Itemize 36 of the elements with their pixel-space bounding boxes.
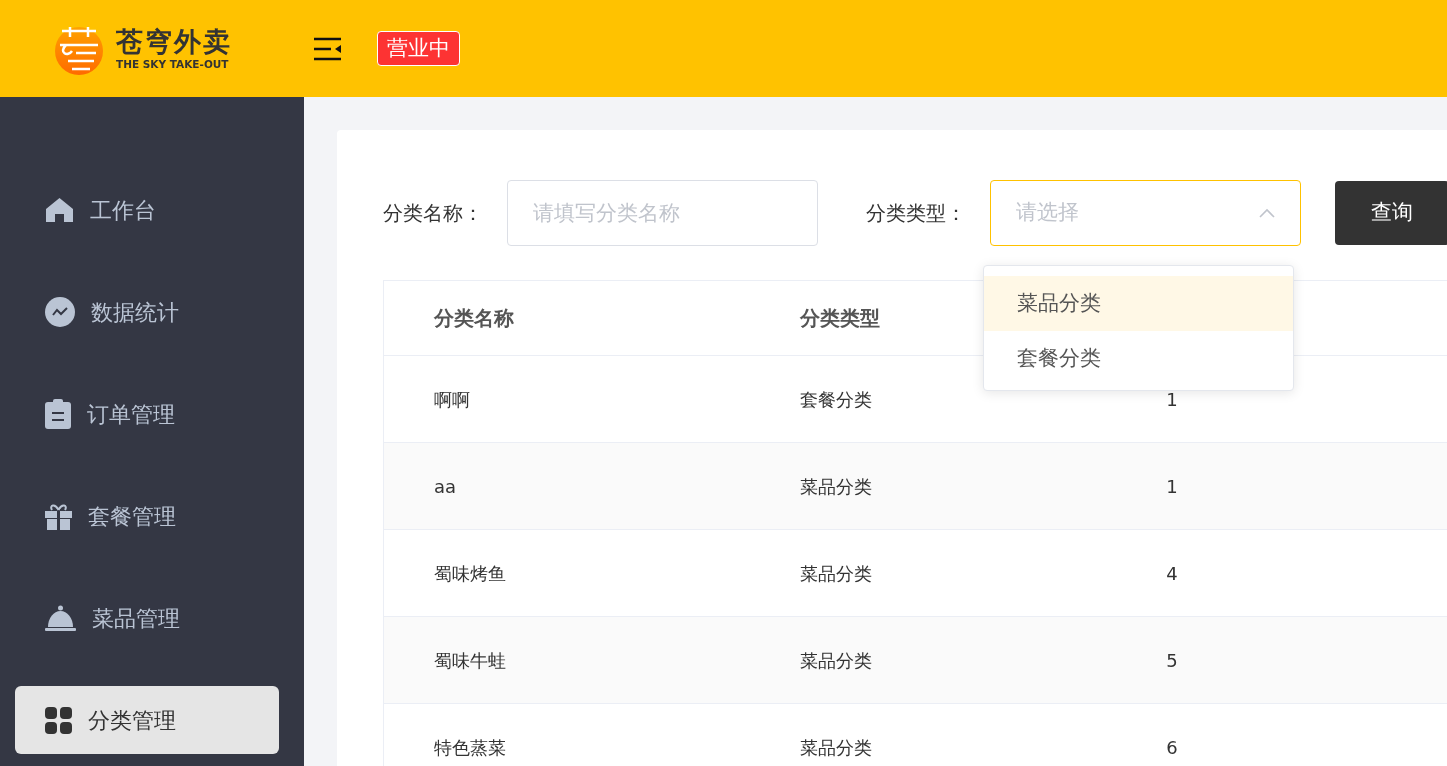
column-header: 分类名称: [383, 280, 750, 356]
menu-collapse-icon[interactable]: [314, 36, 341, 61]
query-button[interactable]: 查询: [1335, 181, 1447, 245]
sidebar-item[interactable]: 工作台: [15, 176, 279, 244]
table-cell: 菜品分类: [749, 529, 1117, 617]
table-cell: aa: [383, 442, 750, 530]
clipboard-icon: [45, 399, 71, 429]
table-cell: 啊啊: [383, 355, 750, 443]
table-cell: 菜品分类: [749, 616, 1117, 704]
sidebar-item[interactable]: 菜品管理: [15, 584, 279, 652]
table-cell: 菜品分类: [749, 703, 1117, 766]
chevron-icon: [1259, 208, 1275, 218]
table-cell: 4: [1116, 529, 1447, 617]
name-input-field[interactable]: 请填写分类名称: [507, 180, 818, 246]
chart-icon: [45, 297, 75, 327]
brand-subtitle: THE SKY TAKE-OUT: [116, 58, 230, 70]
table-cell: 5: [1116, 616, 1447, 704]
brand-name: 苍穹外卖: [116, 27, 232, 55]
dropdown-option[interactable]: 菜品分类: [984, 276, 1293, 331]
sidebar-item[interactable]: 数据统计: [15, 278, 279, 346]
table-cell: 菜品分类: [749, 442, 1117, 530]
table-cell: 1: [1116, 442, 1447, 530]
sidebar-item[interactable]: 分类管理: [15, 686, 279, 754]
table-cell: 6: [1116, 703, 1447, 766]
home-icon: [45, 197, 74, 223]
status-badge: 营业中: [377, 30, 460, 67]
table-cell: 蜀味牛蛙: [383, 616, 750, 704]
sidebar-item[interactable]: 套餐管理: [15, 482, 279, 550]
table-cell: 蜀味烤鱼: [383, 529, 750, 617]
filter-label: 分类类型：: [866, 200, 966, 227]
gift-icon: [45, 502, 72, 530]
filter-label: 分类名称：: [383, 200, 483, 227]
cloche-icon: [45, 605, 76, 631]
table-cell: 特色蒸菜: [383, 703, 750, 766]
sidebar-item[interactable]: 订单管理: [15, 380, 279, 448]
category-grid-icon: [45, 706, 72, 734]
